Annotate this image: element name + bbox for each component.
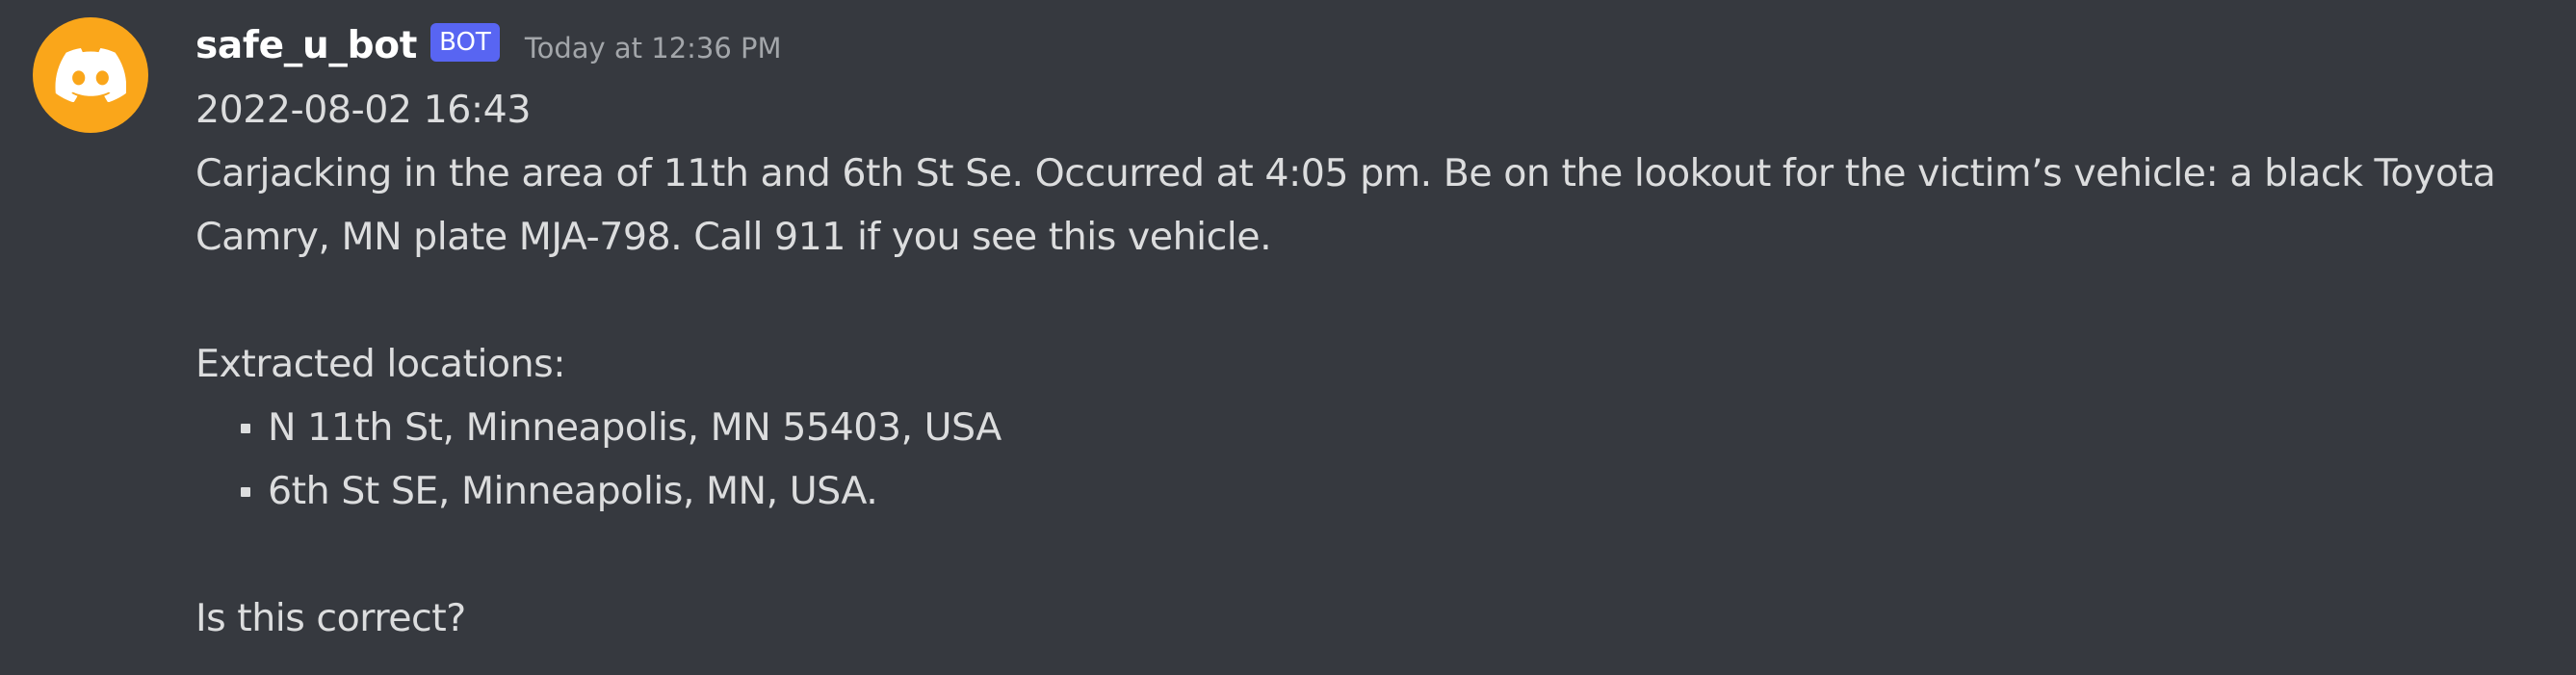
locations-heading: Extracted locations: [195, 342, 566, 386]
bullet-icon [241, 487, 250, 497]
report-text-line-1: Carjacking in the area of 11th and 6th S… [195, 151, 2496, 195]
bot-badge: BOT [430, 23, 500, 62]
message-timestamp: Today at 12:36 PM [524, 32, 782, 65]
confirmation-question: Is this correct? [195, 596, 466, 640]
location-text: N 11th St, Minneapolis, MN 55403, USA [268, 405, 1002, 450]
author-username[interactable]: safe_u_bot [195, 24, 417, 67]
bullet-icon [241, 424, 250, 433]
message-header: safe_u_bot BOT Today at 12:36 PM [195, 17, 782, 73]
list-item: 6th St SE, Minneapolis, MN, USA. [195, 459, 2545, 523]
report-text-line-2: Camry, MN plate MJA-798. Call 911 if you… [195, 215, 1272, 259]
locations-list: N 11th St, Minneapolis, MN 55403, USA 6t… [195, 396, 2545, 523]
report-date: 2022-08-02 16:43 [195, 88, 531, 132]
avatar[interactable] [33, 17, 148, 133]
discord-logo-icon [55, 48, 126, 102]
list-item: N 11th St, Minneapolis, MN 55403, USA [195, 396, 2545, 459]
message-content: 2022-08-02 16:43 Carjacking in the area … [195, 78, 2545, 650]
location-text: 6th St SE, Minneapolis, MN, USA. [268, 469, 878, 513]
chat-message: safe_u_bot BOT Today at 12:36 PM 2022-08… [0, 0, 2576, 675]
